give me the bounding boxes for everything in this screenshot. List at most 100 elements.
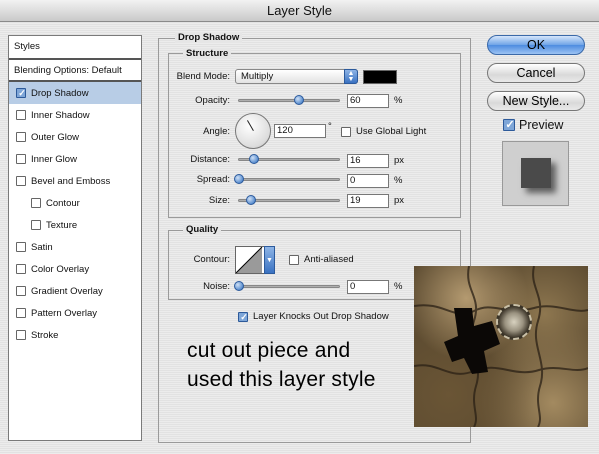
knockout-checkbox[interactable]: Layer Knocks Out Drop Shadow bbox=[238, 311, 389, 322]
style-item-label: Outer Glow bbox=[31, 131, 80, 143]
noise-slider-thumb[interactable] bbox=[234, 281, 244, 291]
size-input[interactable]: 19 bbox=[347, 194, 389, 208]
preview-checkbox[interactable]: Preview bbox=[503, 118, 563, 132]
style-item[interactable]: Outer Glow bbox=[9, 126, 141, 148]
style-item-label: Bevel and Emboss bbox=[31, 175, 111, 187]
distance-label: Distance: bbox=[190, 154, 230, 165]
checkbox-icon[interactable] bbox=[16, 154, 26, 164]
checkbox-icon bbox=[238, 311, 249, 322]
checkbox-icon[interactable] bbox=[16, 308, 26, 318]
style-item-label: Satin bbox=[31, 241, 53, 253]
angle-label: Angle: bbox=[203, 126, 230, 137]
contour-dropdown-arrow-icon[interactable]: ▼ bbox=[264, 246, 275, 274]
blend-mode-select[interactable]: Multiply ▲ ▼ bbox=[235, 69, 358, 84]
annotation-line-1: cut out piece and bbox=[187, 339, 351, 362]
style-item[interactable]: Inner Glow bbox=[9, 148, 141, 170]
size-unit: px bbox=[394, 195, 405, 206]
spread-slider-thumb[interactable] bbox=[234, 174, 244, 184]
annotation-text: cut out piece and used this layer style bbox=[187, 336, 412, 394]
checkbox-icon[interactable] bbox=[16, 110, 26, 120]
checkbox-icon[interactable] bbox=[16, 330, 26, 340]
drop-shadow-title: Drop Shadow bbox=[175, 32, 243, 43]
checkbox-icon[interactable] bbox=[16, 132, 26, 142]
distance-input[interactable]: 16 bbox=[347, 154, 389, 168]
style-item-label: Inner Glow bbox=[31, 153, 77, 165]
style-item[interactable]: Contour bbox=[9, 192, 141, 214]
structure-title: Structure bbox=[183, 48, 232, 59]
style-item-label: Texture bbox=[46, 219, 78, 231]
noise-slider-track[interactable] bbox=[238, 285, 340, 288]
puzzle-piece-lines bbox=[414, 266, 588, 427]
quality-title: Quality bbox=[183, 224, 222, 235]
checkbox-icon[interactable] bbox=[16, 242, 26, 252]
anti-aliased-checkbox[interactable]: Anti-aliased bbox=[289, 254, 354, 265]
blending-options-item[interactable]: Blending Options: Default bbox=[9, 60, 141, 82]
style-item-label: Stroke bbox=[31, 329, 59, 341]
style-item[interactable]: Bevel and Emboss bbox=[9, 170, 141, 192]
spread-label: Spread: bbox=[196, 174, 230, 185]
style-item[interactable]: Gradient Overlay bbox=[9, 280, 141, 302]
use-global-light-label: Use Global Light bbox=[356, 126, 427, 137]
style-item[interactable]: Pattern Overlay bbox=[9, 302, 141, 324]
checkbox-icon bbox=[341, 126, 351, 137]
anti-aliased-label: Anti-aliased bbox=[304, 254, 354, 265]
style-item[interactable]: Drop Shadow bbox=[9, 82, 141, 104]
checkbox-icon[interactable] bbox=[31, 220, 41, 230]
angle-unit: ° bbox=[328, 121, 332, 132]
style-item-label: Contour bbox=[46, 197, 80, 209]
angle-dial-needle bbox=[247, 120, 254, 131]
puzzle-photo bbox=[414, 266, 588, 427]
size-slider-thumb[interactable] bbox=[246, 195, 256, 205]
size-label: Size: bbox=[208, 195, 230, 206]
style-item-label: Gradient Overlay bbox=[31, 285, 103, 297]
distance-slider-thumb[interactable] bbox=[249, 154, 259, 164]
checkbox-icon[interactable] bbox=[16, 88, 27, 98]
spread-slider-track[interactable] bbox=[238, 178, 340, 181]
shadow-color-swatch[interactable] bbox=[363, 70, 397, 84]
style-item[interactable]: Inner Shadow bbox=[9, 104, 141, 126]
opacity-input[interactable]: 60 bbox=[347, 94, 389, 108]
checkbox-icon[interactable] bbox=[16, 176, 26, 186]
angle-dial[interactable] bbox=[235, 113, 271, 149]
gear-image bbox=[496, 304, 532, 340]
style-item-label: Pattern Overlay bbox=[31, 307, 97, 319]
styles-list: Styles Blending Options: Default Drop Sh… bbox=[8, 35, 142, 441]
new-style-button[interactable]: New Style... bbox=[487, 91, 585, 111]
noise-unit: % bbox=[394, 281, 403, 292]
spread-unit: % bbox=[394, 175, 403, 186]
checkbox-icon[interactable] bbox=[31, 198, 41, 208]
styles-header[interactable]: Styles bbox=[9, 36, 141, 60]
cancel-button[interactable]: Cancel bbox=[487, 63, 585, 83]
checkbox-icon bbox=[503, 119, 516, 131]
layer-style-dialog: Layer Style Styles Blending Options: Def… bbox=[0, 0, 599, 454]
preview-label: Preview bbox=[519, 118, 564, 132]
style-item-label: Inner Shadow bbox=[31, 109, 90, 121]
checkbox-icon[interactable] bbox=[16, 286, 26, 296]
knockout-label: Layer Knocks Out Drop Shadow bbox=[253, 311, 389, 322]
checkbox-icon[interactable] bbox=[16, 264, 26, 274]
style-item[interactable]: Color Overlay bbox=[9, 258, 141, 280]
contour-curve-icon bbox=[235, 246, 263, 274]
style-item-label: Drop Shadow bbox=[31, 87, 89, 99]
annotation-line-2: used this layer style bbox=[187, 368, 376, 391]
style-item[interactable]: Texture bbox=[9, 214, 141, 236]
style-item-label: Color Overlay bbox=[31, 263, 90, 275]
opacity-slider-track[interactable] bbox=[238, 99, 340, 102]
checkbox-icon bbox=[289, 254, 299, 265]
preview-shadow-square bbox=[521, 158, 551, 188]
window-title: Layer Style bbox=[0, 0, 599, 22]
blend-mode-label: Blend Mode: bbox=[176, 71, 230, 82]
use-global-light-checkbox[interactable]: Use Global Light bbox=[341, 126, 426, 137]
distance-unit: px bbox=[394, 155, 405, 166]
spread-input[interactable]: 0 bbox=[347, 174, 389, 188]
opacity-unit: % bbox=[394, 95, 403, 106]
style-item[interactable]: Satin bbox=[9, 236, 141, 258]
noise-input[interactable]: 0 bbox=[347, 280, 389, 294]
select-arrows-icon: ▲ ▼ bbox=[344, 69, 358, 84]
angle-input[interactable]: 120 bbox=[274, 124, 326, 138]
preview-thumbnail bbox=[502, 141, 569, 206]
style-item[interactable]: Stroke bbox=[9, 324, 141, 346]
ok-button[interactable]: OK bbox=[487, 35, 585, 55]
noise-label: Noise: bbox=[203, 281, 230, 292]
blend-mode-value: Multiply bbox=[241, 71, 274, 82]
